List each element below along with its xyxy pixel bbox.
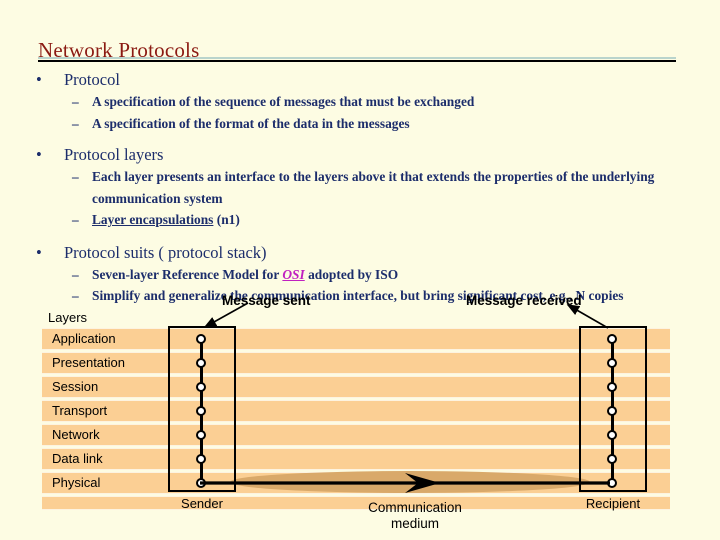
bullet-item-protocol-layers: • Protocol layers	[0, 143, 720, 166]
recipient-node-dot	[607, 478, 617, 488]
dash-marker-icon: –	[72, 212, 79, 227]
dash-marker-icon: –	[72, 94, 79, 109]
bullet-marker-icon: •	[36, 145, 42, 164]
communication-medium-shape	[230, 471, 590, 493]
sender-node-dot	[196, 406, 206, 416]
layer-label-physical: Physical	[52, 475, 101, 490]
bullet-label: Protocol suits ( protocol stack)	[64, 242, 267, 262]
dash-marker-icon: –	[72, 115, 79, 131]
layer-label-network: Network	[52, 427, 100, 442]
divider-line-top	[38, 57, 676, 59]
layers-caption-label: Layers	[48, 310, 88, 325]
bullet-label: Protocol layers	[64, 145, 164, 164]
bullet-label: Protocol	[64, 70, 120, 89]
link-layer-encapsulations[interactable]: Layer encapsulations	[92, 212, 213, 227]
layer-label-transport: Transport	[52, 403, 108, 418]
sender-caption: Sender	[181, 496, 223, 511]
sub-bullet-label: A specification of the format of the dat…	[92, 115, 410, 131]
sub-bullet-label: A specification of the sequence of messa…	[92, 94, 475, 109]
message-sent-label: Message sent	[222, 293, 311, 308]
layer-band-network	[42, 424, 670, 446]
sub-bullet-item: – Each layer presents an interface to th…	[0, 166, 720, 209]
bullet-marker-icon: •	[36, 242, 42, 262]
medium-label-line1: Communication	[368, 500, 462, 515]
layer-label-application: Application	[52, 331, 116, 346]
layer-label-session: Session	[52, 379, 99, 394]
sub-bullet-item: – A specification of the format of the d…	[0, 113, 720, 135]
sub-bullet-label-pre: Seven-layer Reference Model for	[92, 266, 283, 282]
sub-bullet-item: – A specification of the sequence of mes…	[0, 91, 720, 113]
sender-node-dot	[196, 358, 206, 368]
sub-bullet-item-osi: – Seven-layer Reference Model for OSI ad…	[0, 264, 720, 286]
message-received-label: Message received	[466, 293, 582, 308]
sender-node-dot	[196, 382, 206, 392]
recipient-node-dot	[607, 406, 617, 416]
bullet-item-protocol-suits: • Protocol suits ( protocol stack)	[0, 241, 720, 264]
recipient-node-dot	[607, 430, 617, 440]
sub-bullet-item-layer-encapsulations: – Layer encapsulations (n1)	[0, 209, 720, 231]
layer-label-presentation: Presentation	[52, 355, 125, 370]
recipient-node-dot	[607, 382, 617, 392]
layer-band-session	[42, 376, 670, 398]
sender-node-dot	[196, 454, 206, 464]
layer-band-data-link	[42, 448, 670, 470]
sub-bullet-label-tail: (n1)	[213, 212, 240, 227]
layer-band-application	[42, 328, 670, 350]
divider-line-bottom	[38, 60, 676, 62]
slide-canvas: Network Protocols • Protocol – A specifi…	[0, 0, 720, 540]
layer-band-transport	[42, 400, 670, 422]
recipient-node-dot	[607, 358, 617, 368]
recipient-node-dot	[607, 334, 617, 344]
osi-layers-diagram: Layers Application Presentation Session …	[0, 288, 720, 540]
sender-node-dot	[196, 478, 206, 488]
communication-medium-label: Communication medium	[330, 500, 500, 532]
sender-node-dot	[196, 334, 206, 344]
sub-bullet-label: Each layer presents an interface to the …	[92, 169, 655, 206]
layer-label-data-link: Data link	[52, 451, 103, 466]
link-osi[interactable]: OSI	[282, 267, 304, 282]
recipient-caption: Recipient	[585, 496, 641, 511]
sub-bullet-label-post: adopted by ISO	[304, 266, 399, 282]
body-content: • Protocol – A specification of the sequ…	[0, 68, 720, 307]
bullet-marker-icon: •	[36, 70, 42, 89]
layer-band-presentation	[42, 352, 670, 374]
sender-node-dot	[196, 430, 206, 440]
bullet-item-protocol: • Protocol	[0, 68, 720, 91]
title-divider	[38, 57, 676, 63]
dash-marker-icon: –	[72, 169, 79, 184]
medium-label-line2: medium	[390, 516, 439, 531]
dash-marker-icon: –	[72, 266, 79, 282]
recipient-node-dot	[607, 454, 617, 464]
